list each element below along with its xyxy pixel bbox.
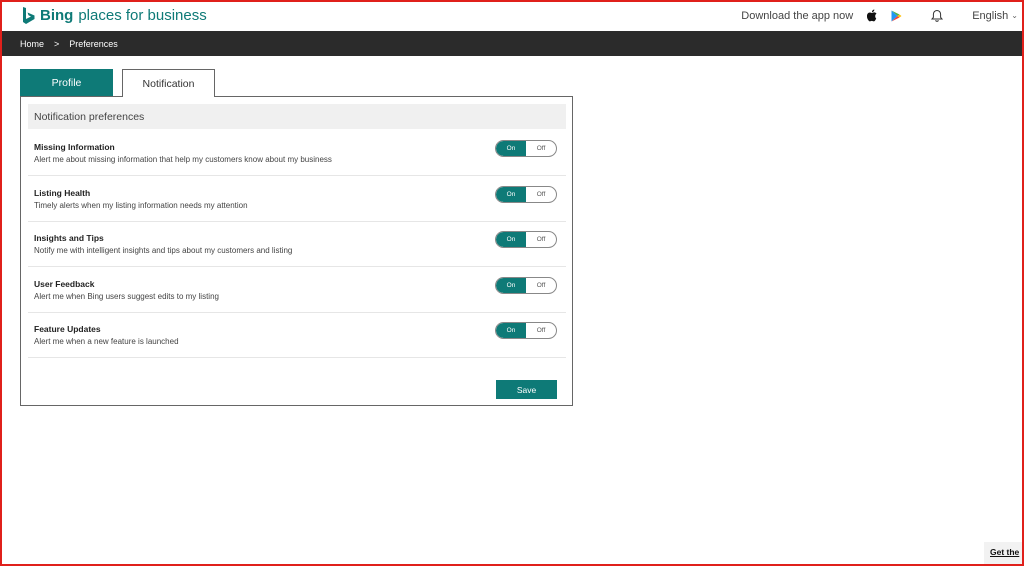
apple-app-store-icon[interactable] bbox=[867, 9, 878, 22]
brand-name-suffix: places for business bbox=[78, 7, 207, 24]
pref-row-feature-updates: Feature Updates Alert me when a new feat… bbox=[28, 312, 566, 358]
pref-title: Missing Information bbox=[34, 142, 115, 152]
tab-notification[interactable]: Notification bbox=[122, 69, 215, 97]
chevron-down-icon: ⌄ bbox=[1011, 11, 1018, 20]
pref-description: Alert me when a new feature is launched bbox=[34, 337, 179, 346]
pref-row-listing-health: Listing Health Timely alerts when my lis… bbox=[28, 176, 566, 222]
toggle-on[interactable]: On bbox=[496, 232, 526, 247]
breadcrumb-separator: > bbox=[54, 38, 60, 49]
language-selector[interactable]: English ⌄ bbox=[972, 10, 1018, 22]
get-the-app-link[interactable]: Get the bbox=[984, 542, 1024, 564]
pref-description: Notify me with intelligent insights and … bbox=[34, 246, 293, 255]
bing-logo-icon bbox=[23, 6, 35, 24]
pref-title: User Feedback bbox=[34, 279, 95, 289]
toggle-on[interactable]: On bbox=[496, 278, 526, 293]
pref-row-user-feedback: User Feedback Alert me when Bing users s… bbox=[28, 267, 566, 313]
pref-title: Insights and Tips bbox=[34, 233, 104, 243]
toggle-on[interactable]: On bbox=[496, 323, 526, 338]
tab-profile[interactable]: Profile bbox=[20, 69, 113, 97]
breadcrumb-home[interactable]: Home bbox=[20, 39, 44, 49]
google-play-icon[interactable] bbox=[891, 10, 902, 22]
toggle-off[interactable]: Off bbox=[526, 278, 556, 293]
brand-name-bing: Bing bbox=[40, 7, 74, 24]
language-label: English bbox=[972, 9, 1009, 22]
toggle-off[interactable]: Off bbox=[526, 232, 556, 247]
panel-heading: Notification preferences bbox=[28, 104, 566, 129]
breadcrumb: Home > Preferences bbox=[0, 31, 1024, 56]
notification-bell-icon[interactable] bbox=[930, 9, 944, 23]
listing-health-toggle[interactable]: On Off bbox=[495, 186, 557, 203]
toggle-off[interactable]: Off bbox=[526, 187, 556, 202]
breadcrumb-current: Preferences bbox=[69, 38, 118, 49]
insights-and-tips-toggle[interactable]: On Off bbox=[495, 231, 557, 248]
pref-description: Timely alerts when my listing informatio… bbox=[34, 201, 248, 210]
toggle-on[interactable]: On bbox=[496, 187, 526, 202]
toggle-on[interactable]: On bbox=[496, 141, 526, 156]
header-actions: Download the app now English ⌄ bbox=[741, 9, 1018, 23]
pref-title: Feature Updates bbox=[34, 324, 101, 334]
toggle-off[interactable]: Off bbox=[526, 323, 556, 338]
download-app-text: Download the app now bbox=[741, 9, 854, 22]
user-feedback-toggle[interactable]: On Off bbox=[495, 277, 557, 294]
save-button[interactable]: Save bbox=[496, 380, 557, 399]
bing-places-logo[interactable]: Bing places for business bbox=[22, 6, 207, 25]
pref-row-insights-and-tips: Insights and Tips Notify me with intelli… bbox=[28, 221, 566, 267]
missing-information-toggle[interactable]: On Off bbox=[495, 140, 557, 157]
notification-panel: Notification preferences Missing Informa… bbox=[20, 96, 573, 406]
pref-row-missing-information: Missing Information Alert me about missi… bbox=[28, 130, 566, 176]
feature-updates-toggle[interactable]: On Off bbox=[495, 322, 557, 339]
top-header: Bing places for business Download the ap… bbox=[0, 0, 1024, 31]
toggle-off[interactable]: Off bbox=[526, 141, 556, 156]
pref-description: Alert me when Bing users suggest edits t… bbox=[34, 292, 219, 301]
pref-title: Listing Health bbox=[34, 188, 91, 198]
pref-description: Alert me about missing information that … bbox=[34, 155, 332, 164]
